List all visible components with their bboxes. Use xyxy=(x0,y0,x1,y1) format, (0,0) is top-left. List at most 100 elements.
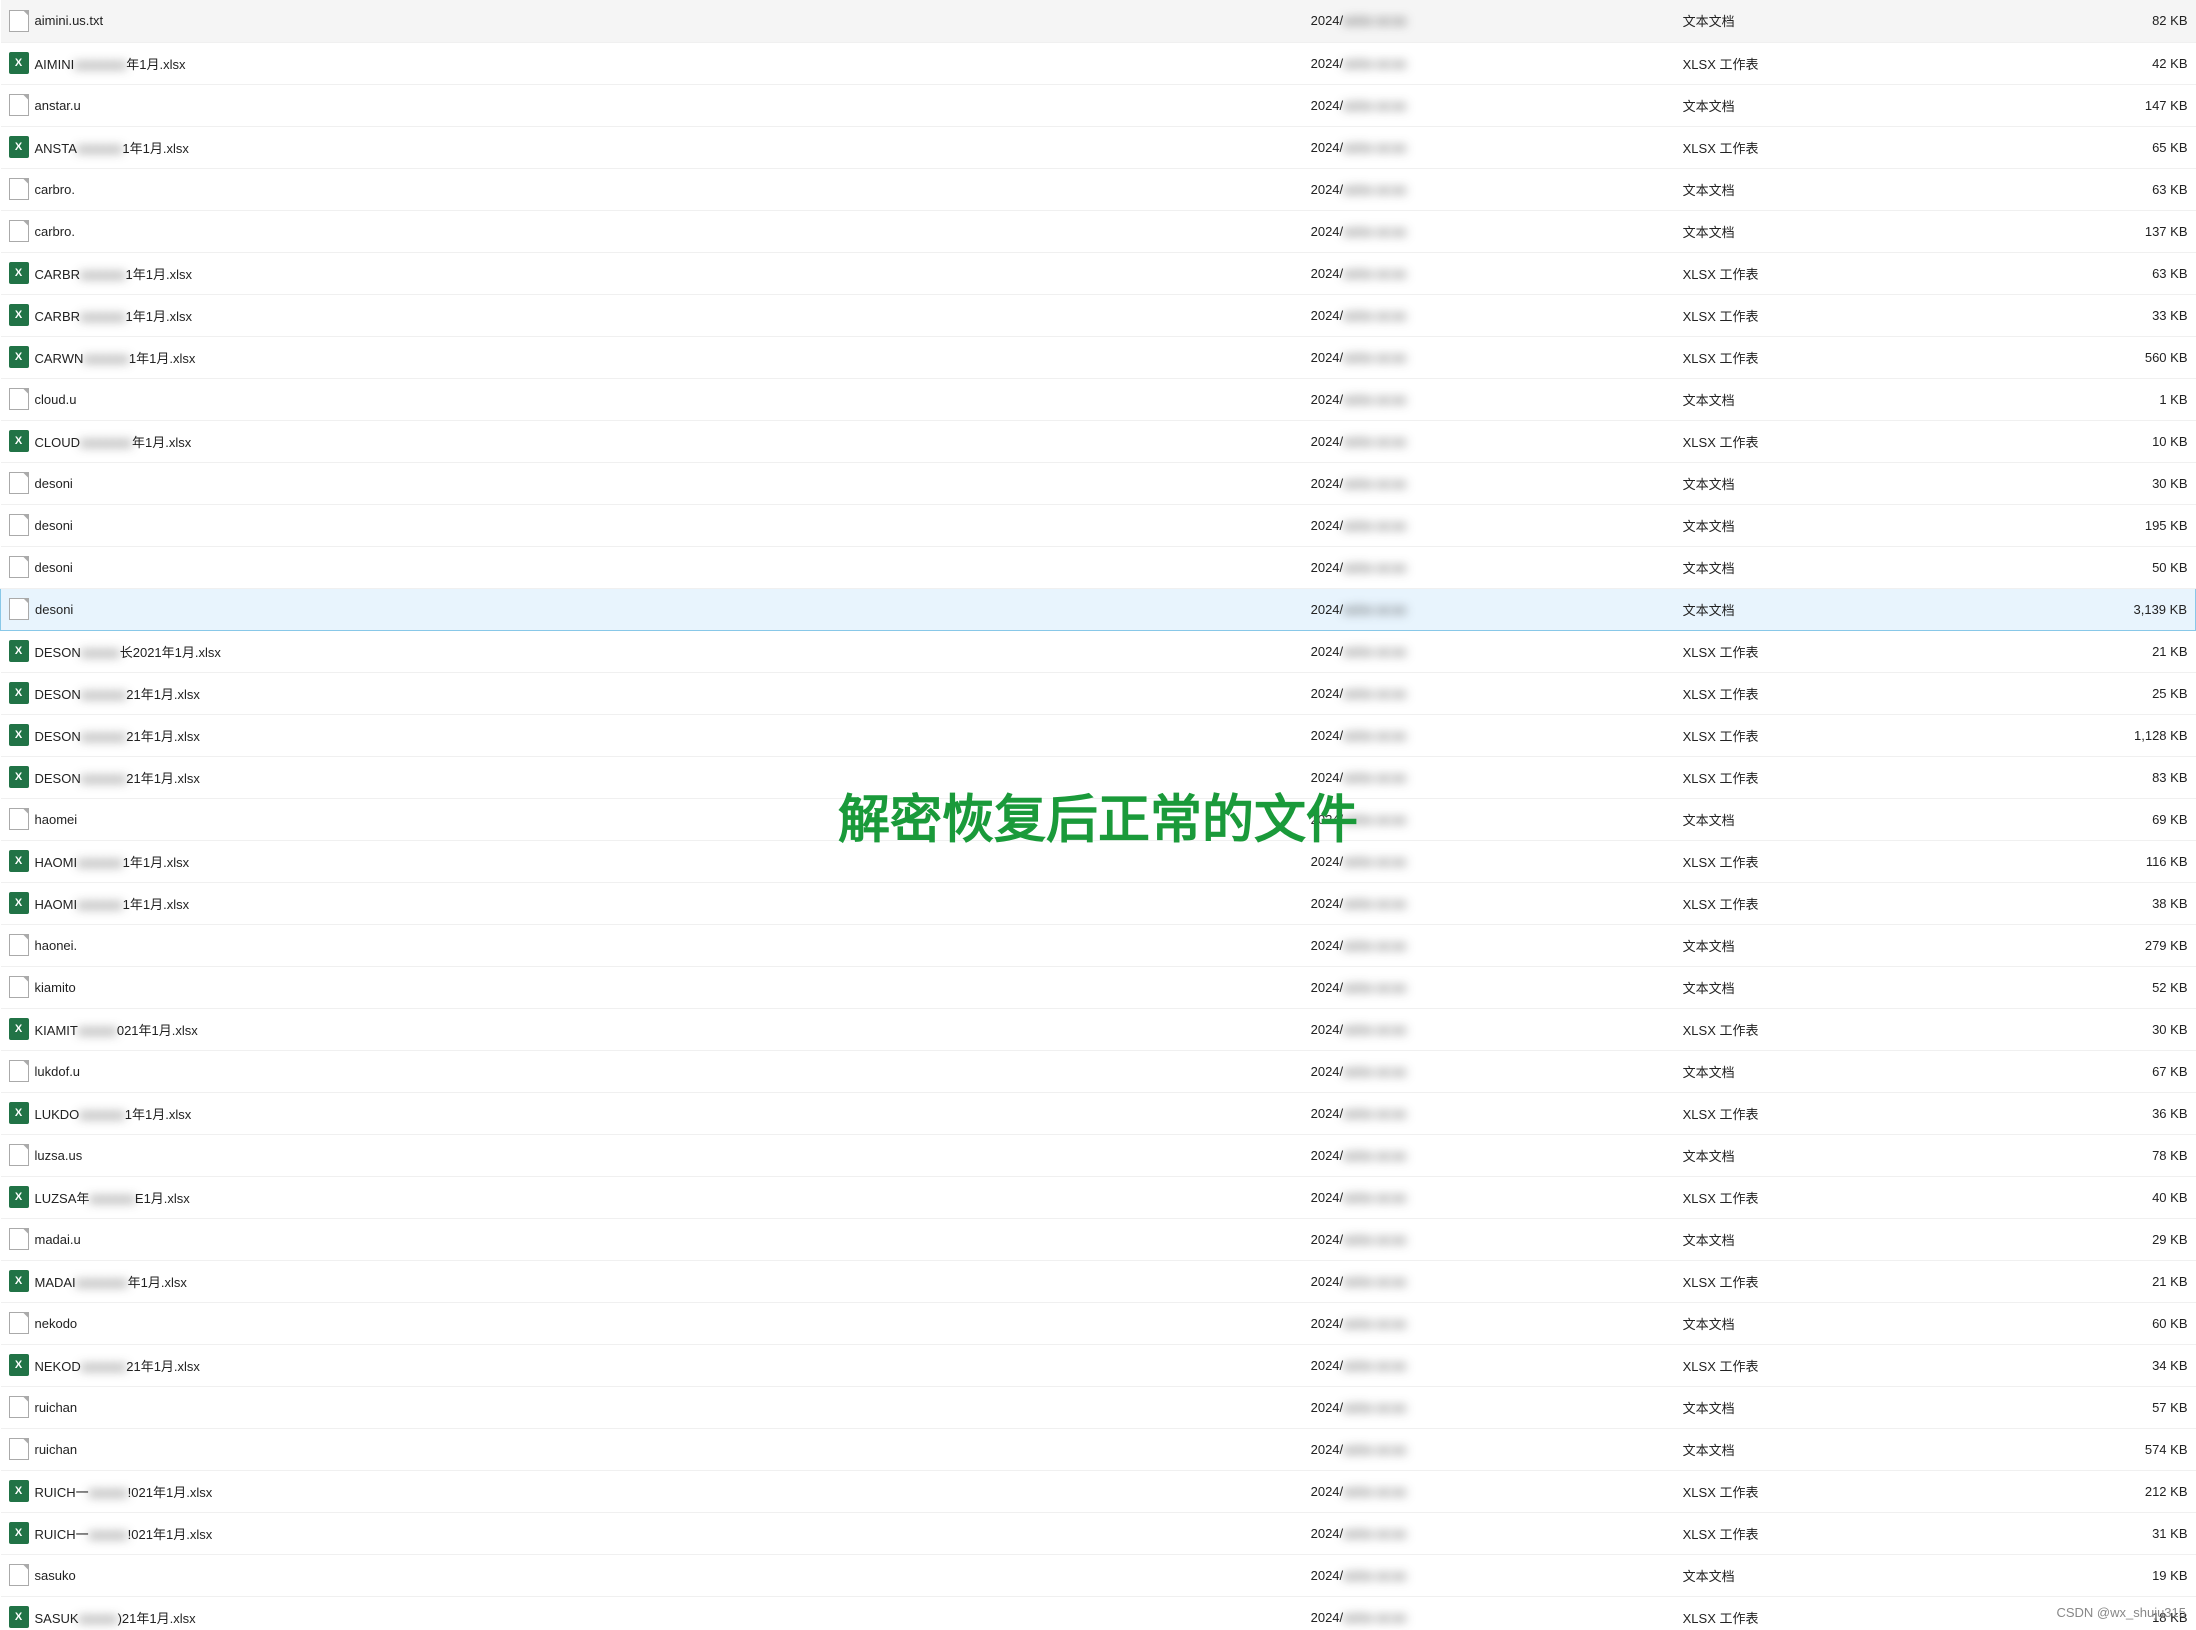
table-row[interactable]: CARBRxxxxxxx1年1月.xlsx2024/xx/xx xx:xxXLS… xyxy=(1,294,2196,336)
table-row[interactable]: nekodo2024/xx/xx xx:xx文本文档60 KB xyxy=(1,1302,2196,1344)
file-size-cell: 116 KB xyxy=(1972,840,2195,882)
file-date-cell: 2024/xx/xx xx:xx xyxy=(1303,546,1675,588)
table-row[interactable]: SASUKxxxxxx)21年1月.xlsx2024/xx/xx xx:xxXL… xyxy=(1,1596,2196,1630)
file-date-cell: 2024/xx/xx xx:xx xyxy=(1303,1134,1675,1176)
file-list-table: aimini.us.txt2024/xx/xx xx:xx文本文档82 KBAI… xyxy=(0,0,2196,1630)
table-row[interactable]: desoni2024/xx/xx xx:xx文本文档50 KB xyxy=(1,546,2196,588)
file-name-text: ruichan xyxy=(35,1442,78,1457)
file-name-cell: madai.u xyxy=(1,1218,1303,1260)
table-row[interactable]: carbro.2024/xx/xx xx:xx文本文档63 KB xyxy=(1,168,2196,210)
table-row[interactable]: DESONxxxxxxx21年1月.xlsx2024/xx/xx xx:xxXL… xyxy=(1,714,2196,756)
table-row[interactable]: haonei.2024/xx/xx xx:xx文本文档279 KB xyxy=(1,924,2196,966)
file-type-cell: 文本文档 xyxy=(1675,546,1973,588)
table-row[interactable]: DESONxxxxxxx21年1月.xlsx2024/xx/xx xx:xxXL… xyxy=(1,672,2196,714)
file-size-cell: 34 KB xyxy=(1972,1344,2195,1386)
file-name-cell: desoni xyxy=(1,462,1303,504)
txt-icon xyxy=(9,178,29,200)
file-date-cell: 2024/xx/xx xx:xx xyxy=(1303,1470,1675,1512)
file-date-cell: 2024/xx/xx xx:xx xyxy=(1303,966,1675,1008)
file-name-cell: KIAMITxxxxxx021年1月.xlsx xyxy=(1,1008,1303,1050)
table-row[interactable]: aimini.us.txt2024/xx/xx xx:xx文本文档82 KB xyxy=(1,0,2196,42)
file-name-cell: AIMINIxxxxxxxx年1月.xlsx xyxy=(1,42,1303,84)
table-row[interactable]: LUKDOxxxxxxx1年1月.xlsx2024/xx/xx xx:xxXLS… xyxy=(1,1092,2196,1134)
table-row[interactable]: anstar.u2024/xx/xx xx:xx文本文档147 KB xyxy=(1,84,2196,126)
table-row[interactable]: MADAIxxxxxxxx年1月.xlsx2024/xx/xx xx:xxXLS… xyxy=(1,1260,2196,1302)
file-name-text: haomei xyxy=(35,812,78,827)
file-name-text: LUZSA年xxxxxxxE1月.xlsx xyxy=(35,1188,190,1207)
table-row[interactable]: HAOMIxxxxxxx1年1月.xlsx2024/xx/xx xx:xxXLS… xyxy=(1,840,2196,882)
table-row[interactable]: ruichan2024/xx/xx xx:xx文本文档57 KB xyxy=(1,1386,2196,1428)
file-name-cell: DESONxxxxxx长2021年1月.xlsx xyxy=(1,630,1303,672)
table-row[interactable]: desoni2024/xx/xx xx:xx文本文档3,139 KB xyxy=(1,588,2196,630)
table-row[interactable]: DESONxxxxxx长2021年1月.xlsx2024/xx/xx xx:xx… xyxy=(1,630,2196,672)
table-row[interactable]: CARBRxxxxxxx1年1月.xlsx2024/xx/xx xx:xxXLS… xyxy=(1,252,2196,294)
table-row[interactable]: ANSTAxxxxxxx1年1月.xlsx2024/xx/xx xx:xxXLS… xyxy=(1,126,2196,168)
file-type-cell: XLSX 工作表 xyxy=(1675,882,1973,924)
file-type-cell: 文本文档 xyxy=(1675,504,1973,546)
table-row[interactable]: CARWNxxxxxxx1年1月.xlsx2024/xx/xx xx:xxXLS… xyxy=(1,336,2196,378)
xlsx-icon xyxy=(9,724,29,746)
file-name-text: aimini.us.txt xyxy=(35,13,104,28)
file-date-cell: 2024/xx/xx xx:xx xyxy=(1303,252,1675,294)
file-type-cell: XLSX 工作表 xyxy=(1675,1470,1973,1512)
table-row[interactable]: CLOUDxxxxxxxx年1月.xlsx2024/xx/xx xx:xxXLS… xyxy=(1,420,2196,462)
file-name-text: CARBRxxxxxxx1年1月.xlsx xyxy=(35,306,192,325)
file-name-text: NEKODxxxxxxx21年1月.xlsx xyxy=(35,1356,200,1375)
file-date-cell: 2024/xx/xx xx:xx xyxy=(1303,462,1675,504)
file-name-text: CARBRxxxxxxx1年1月.xlsx xyxy=(35,264,192,283)
table-row[interactable]: NEKODxxxxxxx21年1月.xlsx2024/xx/xx xx:xxXL… xyxy=(1,1344,2196,1386)
file-name-cell: DESONxxxxxxx21年1月.xlsx xyxy=(1,672,1303,714)
file-name-cell: LUZSA年xxxxxxxE1月.xlsx xyxy=(1,1176,1303,1218)
file-name-cell: cloud.u xyxy=(1,378,1303,420)
table-row[interactable]: sasuko2024/xx/xx xx:xx文本文档19 KB xyxy=(1,1554,2196,1596)
file-size-cell: 83 KB xyxy=(1972,756,2195,798)
file-date-cell: 2024/xx/xx xx:xx xyxy=(1303,1218,1675,1260)
file-date-cell: 2024/xx/xx xx:xx xyxy=(1303,588,1675,630)
table-row[interactable]: KIAMITxxxxxx021年1月.xlsx2024/xx/xx xx:xxX… xyxy=(1,1008,2196,1050)
file-size-cell: 21 KB xyxy=(1972,630,2195,672)
txt-icon xyxy=(9,808,29,830)
file-size-cell: 3,139 KB xyxy=(1972,588,2195,630)
table-row[interactable]: madai.u2024/xx/xx xx:xx文本文档29 KB xyxy=(1,1218,2196,1260)
file-date-cell: 2024/xx/xx xx:xx xyxy=(1303,1260,1675,1302)
file-type-cell: XLSX 工作表 xyxy=(1675,672,1973,714)
txt-icon xyxy=(9,220,29,242)
file-name-cell: ANSTAxxxxxxx1年1月.xlsx xyxy=(1,126,1303,168)
table-row[interactable]: lukdof.u2024/xx/xx xx:xx文本文档67 KB xyxy=(1,1050,2196,1092)
file-date-cell: 2024/xx/xx xx:xx xyxy=(1303,630,1675,672)
file-name-text: desoni xyxy=(35,602,73,617)
file-date-cell: 2024/xx/xx xx:xx xyxy=(1303,1050,1675,1092)
table-row[interactable]: HAOMIxxxxxxx1年1月.xlsx2024/xx/xx xx:xxXLS… xyxy=(1,882,2196,924)
file-name-cell: haomei xyxy=(1,798,1303,840)
table-row[interactable]: DESONxxxxxxx21年1月.xlsx2024/xx/xx xx:xxXL… xyxy=(1,756,2196,798)
table-row[interactable]: desoni2024/xx/xx xx:xx文本文档30 KB xyxy=(1,462,2196,504)
xlsx-icon xyxy=(9,1270,29,1292)
table-row[interactable]: cloud.u2024/xx/xx xx:xx文本文档1 KB xyxy=(1,378,2196,420)
file-type-cell: 文本文档 xyxy=(1675,1050,1973,1092)
table-row[interactable]: kiamito2024/xx/xx xx:xx文本文档52 KB xyxy=(1,966,2196,1008)
file-name-cell: RUICH一xxxxxx!021年1月.xlsx xyxy=(1,1470,1303,1512)
file-name-text: RUICH一xxxxxx!021年1月.xlsx xyxy=(35,1482,213,1501)
file-size-cell: 279 KB xyxy=(1972,924,2195,966)
table-row[interactable]: desoni2024/xx/xx xx:xx文本文档195 KB xyxy=(1,504,2196,546)
table-row[interactable]: AIMINIxxxxxxxx年1月.xlsx2024/xx/xx xx:xxXL… xyxy=(1,42,2196,84)
file-size-cell: 195 KB xyxy=(1972,504,2195,546)
table-row[interactable]: ruichan2024/xx/xx xx:xx文本文档574 KB xyxy=(1,1428,2196,1470)
file-date-cell: 2024/xx/xx xx:xx xyxy=(1303,420,1675,462)
file-date-cell: 2024/xx/xx xx:xx xyxy=(1303,378,1675,420)
file-date-cell: 2024/xx/xx xx:xx xyxy=(1303,1596,1675,1630)
table-row[interactable]: LUZSA年xxxxxxxE1月.xlsx2024/xx/xx xx:xxXLS… xyxy=(1,1176,2196,1218)
file-name-cell: SASUKxxxxxx)21年1月.xlsx xyxy=(1,1596,1303,1630)
table-row[interactable]: RUICH一xxxxxx!021年1月.xlsx2024/xx/xx xx:xx… xyxy=(1,1512,2196,1554)
file-name-text: CARWNxxxxxxx1年1月.xlsx xyxy=(35,348,196,367)
file-name-cell: lukdof.u xyxy=(1,1050,1303,1092)
file-type-cell: XLSX 工作表 xyxy=(1675,1008,1973,1050)
table-row[interactable]: RUICH一xxxxxx!021年1月.xlsx 2024/xx/xx xx:xx… xyxy=(1,1470,2196,1512)
file-size-cell: 30 KB xyxy=(1972,462,2195,504)
table-row[interactable]: luzsa.us2024/xx/xx xx:xx文本文档78 KB xyxy=(1,1134,2196,1176)
table-row[interactable]: carbro.2024/xx/xx xx:xx文本文档137 KB xyxy=(1,210,2196,252)
txt-icon xyxy=(9,1060,29,1082)
table-row[interactable]: haomei2024/xx/xx xx:xx文本文档69 KB xyxy=(1,798,2196,840)
txt-icon xyxy=(9,94,29,116)
file-name-text: ANSTAxxxxxxx1年1月.xlsx xyxy=(35,138,189,157)
